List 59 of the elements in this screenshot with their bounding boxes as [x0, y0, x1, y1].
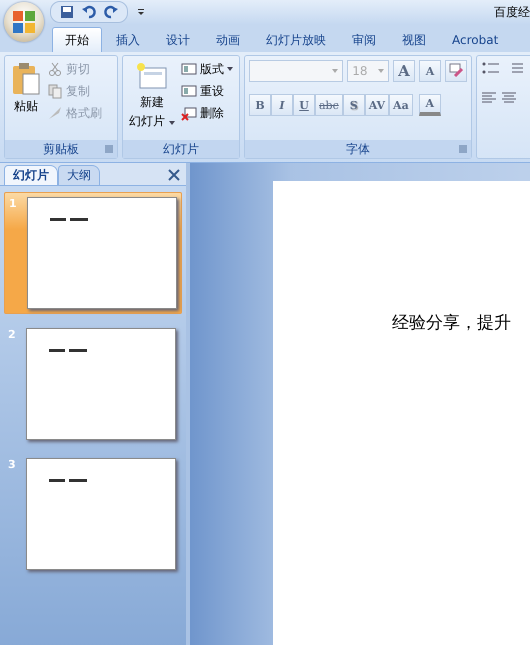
copy-icon	[47, 83, 63, 99]
thumbnail-text-drawing	[50, 218, 88, 221]
slide-text: 经验分享，提升	[392, 312, 511, 335]
window-title: 百度经	[494, 4, 530, 20]
thumbnail-text-drawing	[49, 349, 87, 352]
group-label: 剪贴板	[43, 140, 79, 158]
format-button[interactable]: S	[342, 94, 365, 116]
bullets-icon	[481, 60, 501, 76]
slide-thumbnail[interactable]	[26, 458, 176, 570]
slide-number: 2	[8, 328, 17, 343]
clipboard-icon	[11, 62, 41, 96]
pane-tab[interactable]: 大纲	[58, 165, 100, 185]
group-label: 幻灯片	[163, 140, 199, 158]
ribbon-tab[interactable]: 开始	[52, 27, 102, 52]
scissors-icon	[47, 61, 63, 77]
format-button[interactable]: I	[271, 94, 293, 116]
format-button[interactable]: Aa	[389, 94, 413, 116]
thumbnail-text-drawing	[49, 479, 87, 482]
caret-icon	[332, 69, 338, 73]
paste-button[interactable]: 粘贴	[9, 60, 43, 136]
ribbon-tab[interactable]: 动画	[204, 28, 252, 52]
clear-formatting-button[interactable]	[445, 60, 467, 82]
caret-icon	[168, 121, 175, 125]
slide-number: 1	[9, 197, 18, 212]
format-button[interactable]: abc	[315, 94, 343, 116]
ribbon-tab[interactable]: 设计	[154, 28, 202, 52]
new-slide-button[interactable]: 新建 幻灯片	[127, 60, 177, 136]
pane-tab[interactable]: 幻灯片	[4, 165, 58, 185]
shrink-font-button[interactable]: A	[419, 60, 441, 82]
group-label: 字体	[346, 140, 370, 158]
office-button[interactable]	[4, 2, 44, 42]
format-button[interactable]: B	[249, 94, 271, 116]
font-name-field[interactable]	[249, 60, 344, 82]
ribbon-tab[interactable]: Acrobat	[440, 28, 510, 52]
ribbon-tab[interactable]: 视图	[390, 28, 438, 52]
close-icon[interactable]	[168, 169, 180, 181]
slide-action[interactable]: 删除	[180, 104, 233, 122]
slide-action[interactable]: 版式	[180, 60, 233, 78]
slide-thumbnail[interactable]	[26, 328, 176, 440]
ribbon-tab[interactable]: 插入	[104, 28, 152, 52]
undo-icon	[81, 4, 97, 20]
slide-action[interactable]: 重设	[180, 82, 233, 100]
grow-font-button[interactable]: A	[393, 60, 415, 82]
caret-icon	[378, 69, 384, 73]
format-button[interactable]: AV	[364, 94, 390, 116]
format-button[interactable]: U	[293, 94, 315, 116]
redo-icon	[103, 4, 119, 20]
ribbon-tab[interactable]: 审阅	[340, 28, 388, 52]
eraser-icon	[449, 62, 463, 76]
slide-thumbnail[interactable]	[27, 197, 177, 309]
save-icon	[59, 4, 75, 20]
ribbon-tab[interactable]: 幻灯片放映	[254, 28, 338, 52]
office-logo	[11, 9, 37, 35]
caret-icon	[226, 67, 233, 71]
font-color-button[interactable]: A	[418, 94, 441, 116]
layout-icon	[180, 61, 197, 77]
delete-icon	[180, 105, 197, 121]
slide-number: 3	[8, 458, 17, 473]
reset-icon	[180, 83, 197, 99]
